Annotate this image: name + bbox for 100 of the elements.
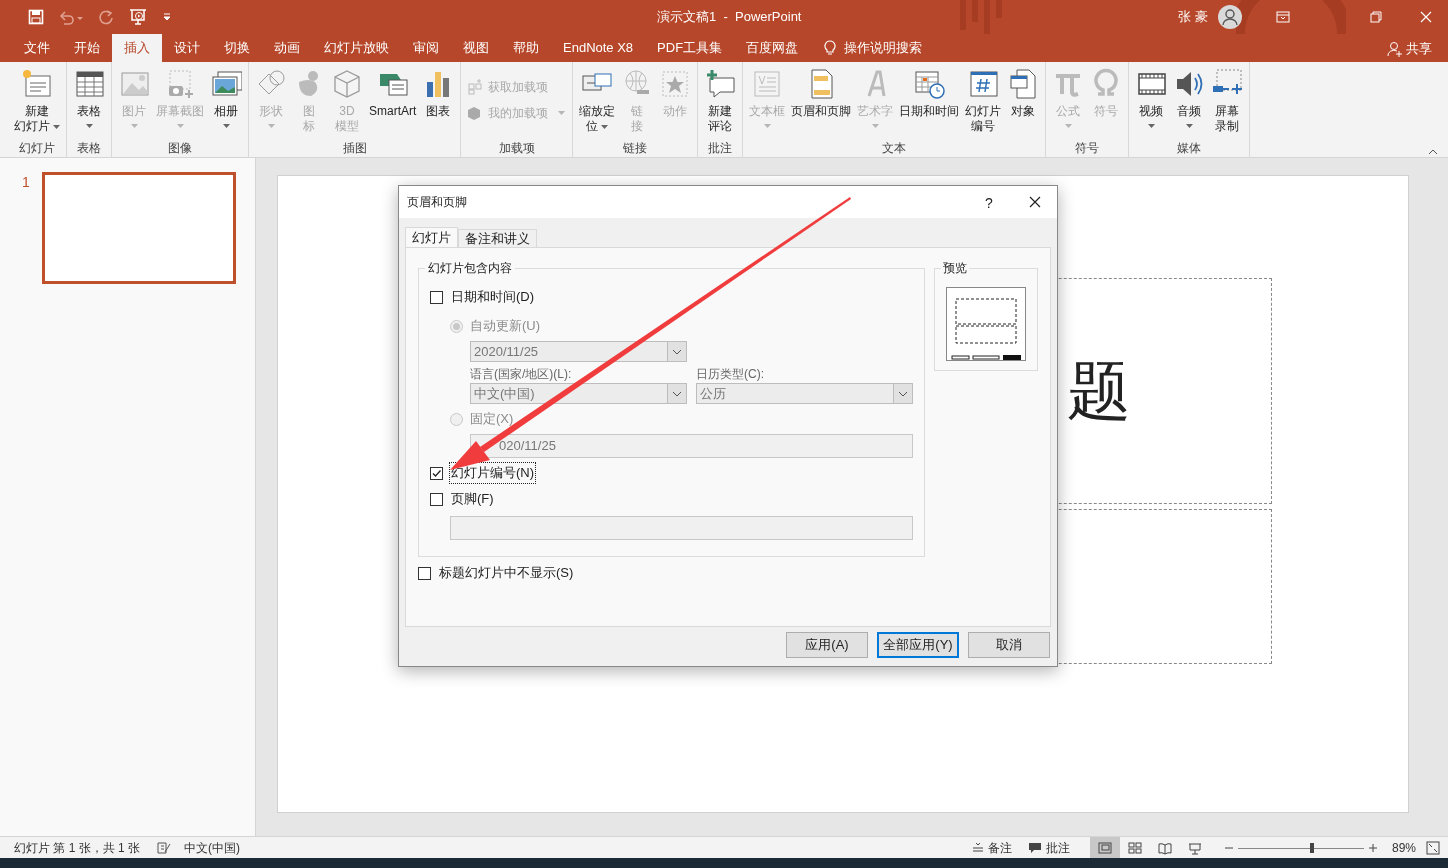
ribbon-tab[interactable]: EndNote X8	[551, 34, 646, 62]
ribbon-tab[interactable]: 动画	[262, 34, 312, 62]
checkbox[interactable]	[430, 492, 443, 506]
customize-caret-icon	[162, 12, 172, 22]
ribbon-tab[interactable]: 视图	[451, 34, 501, 62]
zoom-level[interactable]: 89%	[1391, 838, 1416, 857]
ribbon-tab[interactable]: PDF工具集	[645, 34, 735, 62]
hash-icon	[967, 68, 1000, 100]
ribbon-button[interactable]: 新建 评论	[701, 68, 740, 140]
footer-text-field[interactable]	[450, 516, 913, 540]
ribbon-button[interactable]: 图表	[419, 68, 458, 140]
avatar-icon	[1218, 5, 1242, 29]
group-label: 批注	[707, 140, 734, 156]
ribbon-options-icon	[1276, 11, 1290, 23]
fit-to-window-icon	[1426, 840, 1440, 855]
group-label: 链接	[622, 140, 649, 156]
ribbon-tab[interactable]: 开始	[62, 34, 112, 62]
dialog-button[interactable]: 全部应用(Y)	[877, 632, 959, 658]
calendar-clock-icon	[913, 68, 946, 100]
redo-icon	[98, 9, 114, 25]
ribbon-button[interactable]: 相册	[207, 68, 245, 140]
cube-icon	[331, 68, 363, 100]
window-title: 演示文稿1 - PowerPoint	[657, 8, 802, 26]
ribbon-tab[interactable]: 设计	[162, 34, 212, 62]
dialog-button[interactable]: 应用(A)	[786, 632, 868, 658]
view-button[interactable]	[1089, 836, 1120, 859]
chevron-icon	[898, 390, 908, 397]
ribbon-button[interactable]: 缩放定 位	[576, 68, 619, 140]
new-slide-icon	[21, 68, 53, 100]
comment-plus-icon	[704, 68, 737, 100]
dialog-title: 页眉和页脚	[407, 194, 467, 211]
table-icon	[73, 68, 105, 100]
chevron-icon	[672, 390, 682, 397]
slideshow-icon	[1186, 840, 1203, 855]
present-icon	[128, 8, 148, 26]
title-text: 题	[1067, 359, 1131, 423]
ribbon-tab[interactable]: 切换	[212, 34, 262, 62]
ribbon-button[interactable]: 新建 幻灯片	[11, 68, 63, 140]
ribbon-button[interactable]: 页眉和页脚	[788, 68, 855, 140]
group-label: 加载项	[497, 140, 536, 156]
ribbon-button[interactable]: 屏幕 录制	[1208, 68, 1247, 140]
undo-icon	[58, 9, 84, 25]
zoom-in-icon	[1367, 842, 1378, 853]
checkbox[interactable]	[430, 466, 443, 480]
group-label: 符号	[1074, 140, 1101, 156]
ribbon-button[interactable]: 幻灯片 编号	[962, 68, 1005, 140]
notes-icon	[971, 841, 984, 854]
field-label: 日历类型(C):	[696, 366, 764, 383]
ribbon-tab[interactable]: 帮助	[501, 34, 551, 62]
field-label: 语言(国家/地区)(L):	[470, 366, 573, 383]
ribbon-tab[interactable]: 幻灯片放映	[312, 34, 401, 62]
ribbon-tab[interactable]: 审阅	[401, 34, 451, 62]
group-box-title: 幻灯片包含内容	[425, 261, 515, 276]
tell-me-search[interactable]: 操作说明搜索	[844, 38, 923, 58]
ribbon-tab[interactable]: 插入	[112, 34, 162, 62]
restore-icon	[1370, 11, 1382, 23]
comment-icon	[1027, 841, 1042, 854]
share-button[interactable]: 共享	[1386, 39, 1432, 59]
plus-grid-icon	[468, 79, 485, 95]
group-label: 表格	[76, 140, 102, 156]
chevron-icon	[672, 348, 682, 355]
ribbon-button[interactable]: 对象	[1004, 68, 1043, 140]
ribbon-button[interactable]: 表格	[70, 68, 108, 140]
lightbulb-icon	[824, 40, 837, 56]
user-name[interactable]: 张 豪	[1178, 7, 1208, 27]
language-status[interactable]: 中文(中国)	[184, 838, 241, 857]
dialog-button[interactable]: 取消	[968, 632, 1050, 658]
slide-sorter-icon	[1126, 840, 1143, 855]
checkbox-label[interactable]: 日期和时间(D)	[450, 287, 536, 307]
checkbox-label[interactable]: 页脚(F)	[450, 489, 495, 509]
comments-button[interactable]: 批注	[1027, 838, 1070, 857]
fixed-date-field[interactable]: 020/11/25	[470, 434, 913, 458]
help-button[interactable]: ?	[985, 193, 993, 214]
ribbon-tab[interactable]: 文件	[12, 34, 62, 62]
notes-button[interactable]: 备注	[971, 838, 1012, 857]
slide-count: 幻灯片 第 1 张，共 1 张	[14, 839, 141, 857]
close-icon	[1029, 196, 1041, 208]
preview-label: 预览	[941, 261, 969, 276]
dialog-tab[interactable]: 幻灯片	[405, 227, 458, 248]
group-label: 幻灯片	[18, 140, 56, 156]
zoom-slider-thumb[interactable]	[1309, 842, 1314, 853]
zoom-slider[interactable]	[1237, 842, 1364, 853]
ribbon-button[interactable]: 音频	[1170, 68, 1209, 140]
normal-view-icon	[1096, 840, 1113, 855]
reading-view-icon	[1156, 840, 1173, 855]
add-person-icon	[1386, 40, 1404, 57]
ribbon-button[interactable]: 日期和时间	[896, 68, 963, 140]
group-label: 媒体	[1176, 140, 1203, 156]
ribbon-button[interactable]: 视频	[1132, 68, 1171, 140]
proofing-icon	[156, 840, 173, 855]
slide-thumbnail[interactable]	[41, 172, 236, 284]
checkbox-label[interactable]: 标题幻灯片中不显示(S)	[438, 563, 575, 583]
ribbon-tab[interactable]: 百度网盘	[734, 34, 811, 62]
slide-number: 1	[22, 173, 30, 192]
collapse-ribbon-icon[interactable]	[1428, 149, 1438, 155]
group-label: 图像	[167, 140, 193, 156]
checkbox[interactable]	[430, 290, 443, 304]
checkbox[interactable]	[418, 566, 431, 580]
ribbon-button[interactable]: SmartArt	[366, 68, 420, 140]
group-label: 文本	[881, 140, 908, 156]
